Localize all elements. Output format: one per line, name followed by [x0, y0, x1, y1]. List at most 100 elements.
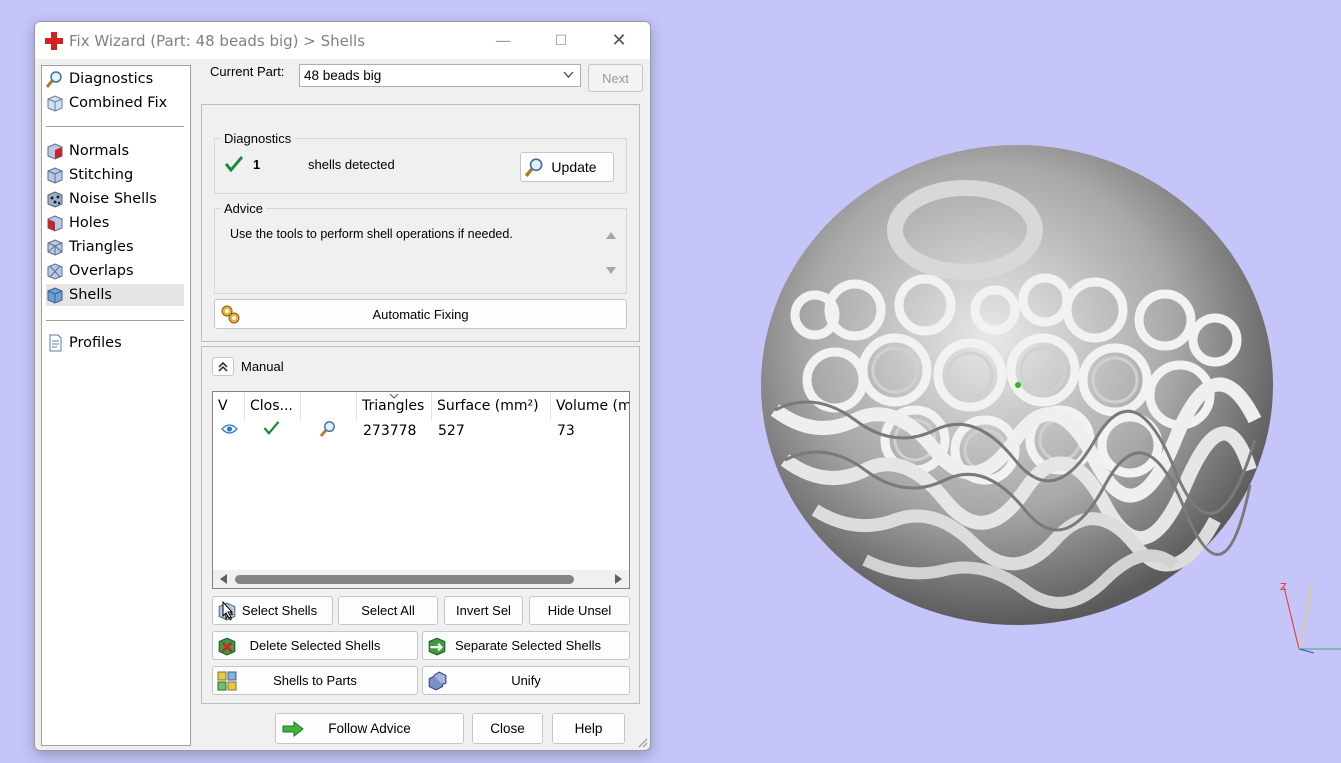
shells-to-parts-button[interactable]: Shells to Parts [212, 666, 418, 695]
double-chevron-up-icon [218, 361, 228, 372]
sort-indicator-icon [389, 393, 399, 399]
current-part-select[interactable]: 48 beads big [299, 64, 581, 87]
delete-selected-shells-button[interactable]: Delete Selected Shells [212, 631, 418, 660]
nav-item-noise-shells[interactable]: Noise Shells [46, 188, 184, 210]
nav-item-normals[interactable]: Normals [46, 140, 184, 162]
nav-item-label: Combined Fix [69, 95, 168, 111]
cube-icon [47, 95, 63, 112]
automatic-fixing-button[interactable]: Automatic Fixing [214, 299, 627, 329]
column-header-detail[interactable] [301, 392, 357, 420]
nav-item-diagnostics[interactable]: Diagnostics [46, 68, 184, 90]
shells-to-parts-label: Shells to Parts [273, 673, 357, 688]
window-title: Fix Wizard (Part: 48 beads big) > Shells [69, 32, 366, 50]
column-header-triangles[interactable]: Triangles [357, 392, 432, 420]
shells-cube-icon [47, 287, 63, 304]
nav-item-overlaps[interactable]: Overlaps [46, 260, 184, 282]
column-header-label: Triangles [362, 398, 425, 414]
scroll-down-arrow-icon[interactable] [606, 267, 616, 275]
select-all-button[interactable]: Select All [338, 596, 438, 625]
scroll-up-arrow-icon[interactable] [606, 231, 616, 239]
noise-shells-icon [47, 191, 63, 208]
nav-item-triangles[interactable]: Triangles [46, 236, 184, 258]
shell-count: 1 [253, 157, 261, 172]
select-shells-label: Select Shells [241, 603, 318, 618]
mouse-cursor-icon [222, 601, 234, 619]
triangles-cell: 273778 [363, 423, 417, 439]
overlaps-cube-icon [47, 263, 63, 280]
next-button[interactable]: Next [588, 64, 643, 92]
nav-item-label: Noise Shells [69, 191, 157, 207]
column-header-visible[interactable]: V [213, 392, 245, 420]
nav-item-label: Diagnostics [69, 71, 154, 87]
nav-item-holes[interactable]: Holes [46, 212, 184, 234]
surface-cell: 527 [438, 423, 465, 439]
nav-divider [46, 320, 184, 321]
nav-item-shells[interactable]: Shells [46, 284, 184, 306]
help-button[interactable]: Help [552, 713, 625, 744]
delete-selected-label: Delete Selected Shells [249, 638, 381, 653]
separate-selected-shells-button[interactable]: Separate Selected Shells [422, 631, 630, 660]
shells-detected-text: shells detected [308, 157, 395, 172]
stitching-cube-icon [47, 167, 63, 184]
magnifier-icon [46, 71, 62, 88]
update-label: Update [551, 159, 597, 175]
scroll-right-arrow-icon[interactable] [615, 574, 623, 584]
advice-group: Advice Use the tools to perform shell op… [214, 201, 627, 294]
resize-grip-icon[interactable] [636, 736, 648, 748]
diagnostics-group: Diagnostics 1 shells detected Update [214, 131, 627, 194]
collapse-manual-button[interactable] [212, 357, 234, 376]
unify-button[interactable]: Unify [422, 666, 630, 695]
volume-cell: 73 [557, 423, 575, 439]
horizontal-scrollbar[interactable] [213, 570, 629, 588]
automatic-fixing-label: Automatic Fixing [372, 306, 469, 322]
advice-text: Use the tools to perform shell operation… [230, 227, 513, 241]
nav-item-combined-fix[interactable]: Combined Fix [46, 92, 184, 114]
column-header-closed[interactable]: Clos... [245, 392, 301, 420]
follow-advice-button[interactable]: Follow Advice [275, 713, 464, 744]
minimize-button[interactable]: — [480, 22, 526, 59]
eye-icon[interactable] [221, 423, 238, 435]
diagnostics-title: Diagnostics [221, 131, 295, 146]
shells-table[interactable]: V Clos... Triangles Surface (mm²) Volume… [212, 391, 630, 589]
nav-item-profiles[interactable]: Profiles [46, 332, 184, 354]
magnifier-icon[interactable] [320, 420, 337, 437]
fix-step-list: Diagnostics Combined Fix Normals Stitchi… [41, 65, 191, 746]
normals-cube-icon [47, 143, 63, 160]
checkmark-icon [263, 421, 280, 435]
scrollbar-thumb[interactable] [235, 575, 574, 584]
unify-label: Unify [511, 673, 541, 688]
shells-to-parts-icon [217, 671, 237, 690]
nav-item-label: Shells [69, 287, 112, 303]
current-part-label: Current Part: [210, 64, 285, 79]
nav-divider [46, 126, 184, 127]
nav-item-stitching[interactable]: Stitching [46, 164, 184, 186]
close-window-button[interactable]: ✕ [596, 22, 642, 59]
checkmark-icon [225, 156, 243, 172]
scroll-left-arrow-icon[interactable] [219, 574, 227, 584]
current-part-value: 48 beads big [304, 68, 382, 83]
nav-item-label: Stitching [69, 167, 134, 183]
invert-selection-button[interactable]: Invert Sel [444, 596, 523, 625]
holes-cube-icon [47, 215, 63, 232]
axis-z-label: Z [1280, 582, 1287, 593]
column-header-surface[interactable]: Surface (mm²) [432, 392, 551, 420]
manual-label: Manual [241, 359, 284, 374]
fix-wizard-window: Fix Wizard (Part: 48 beads big) > Shells… [34, 21, 651, 751]
update-button[interactable]: Update [520, 152, 614, 182]
close-button[interactable]: Close [472, 713, 543, 744]
column-header-volume[interactable]: Volume (m [551, 392, 629, 420]
follow-advice-label: Follow Advice [328, 721, 411, 736]
axis-gizmo: Z [1280, 582, 1341, 654]
diagnostics-panel: Diagnostics 1 shells detected Update Adv… [201, 104, 640, 342]
document-icon [49, 334, 62, 352]
title-bar[interactable]: Fix Wizard (Part: 48 beads big) > Shells… [35, 22, 650, 59]
separate-selected-label: Separate Selected Shells [455, 638, 601, 653]
maximize-button[interactable]: ☐ [538, 22, 584, 59]
bead-sphere-model[interactable] [755, 140, 1275, 635]
gears-icon [221, 305, 240, 324]
app-red-cross-icon [45, 32, 63, 50]
hide-unselected-button[interactable]: Hide Unsel [529, 596, 630, 625]
triangles-cube-icon [47, 239, 63, 256]
advice-title: Advice [221, 201, 267, 216]
magnifier-icon [525, 158, 543, 177]
